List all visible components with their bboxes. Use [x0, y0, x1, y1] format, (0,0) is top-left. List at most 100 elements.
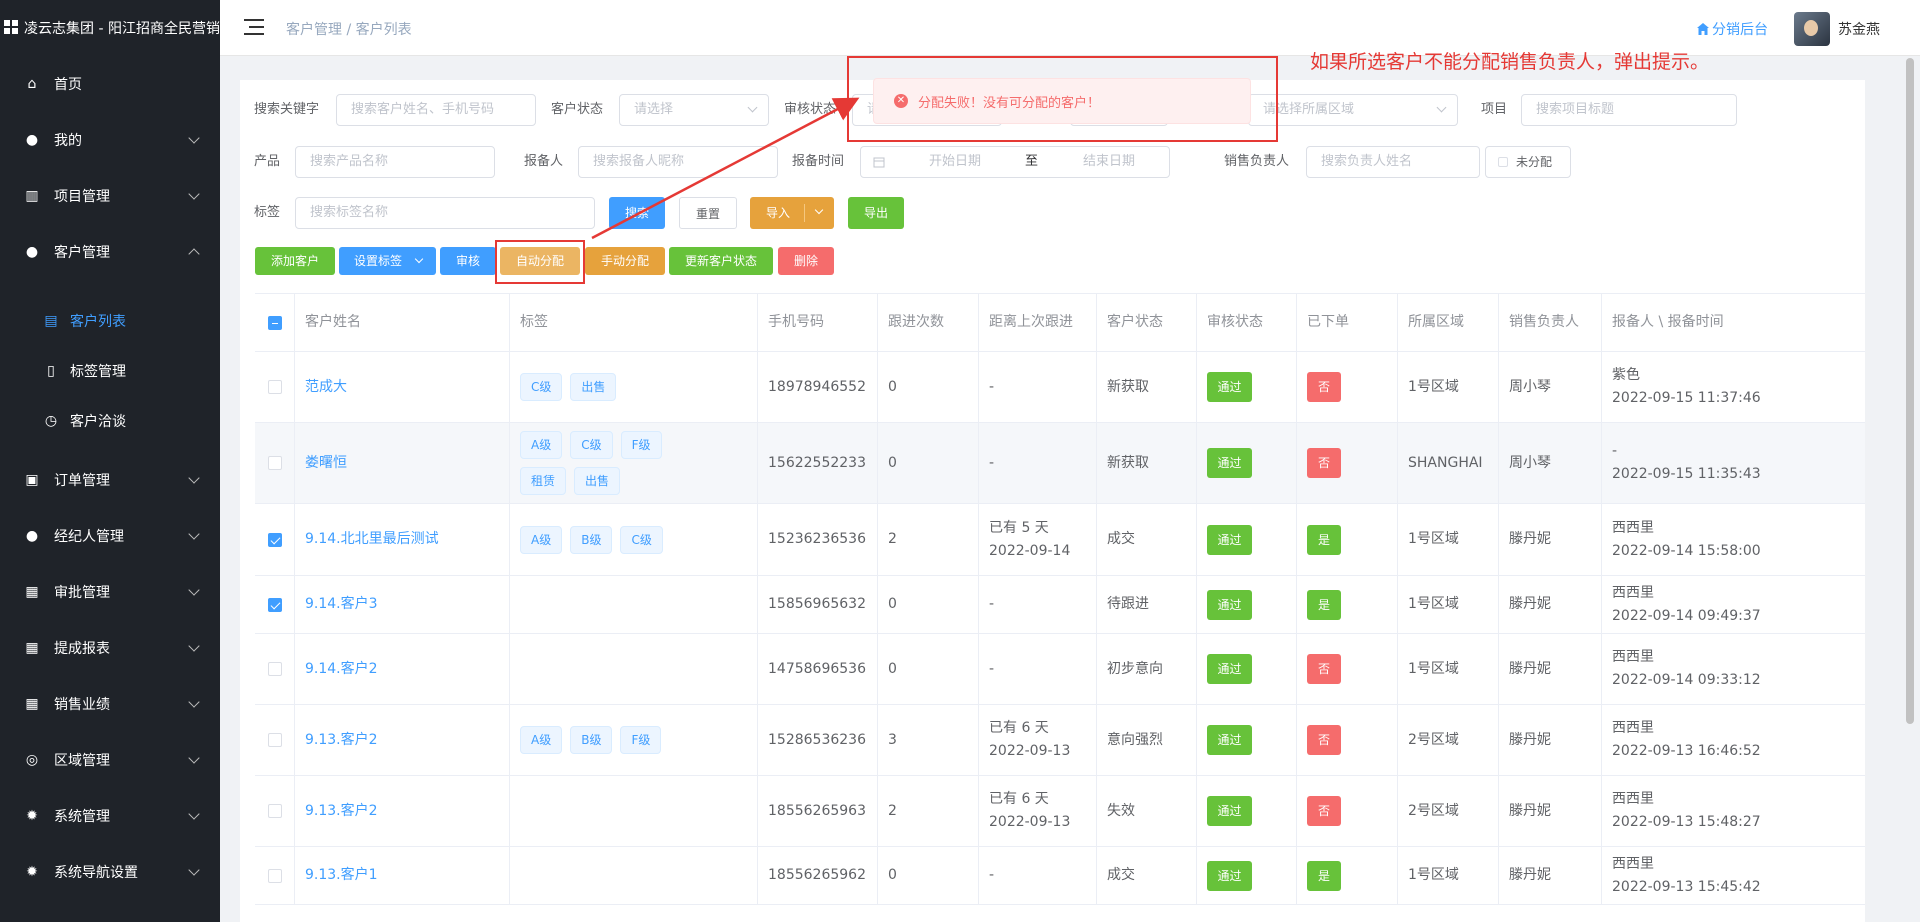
- ordered-badge[interactable]: 否: [1307, 448, 1341, 478]
- sidebar-item[interactable]: ▣ 订单管理: [0, 452, 220, 508]
- row-checkbox[interactable]: [267, 733, 282, 747]
- ordered-badge[interactable]: 否: [1307, 796, 1341, 826]
- audit-pass-badge[interactable]: 通过: [1207, 725, 1252, 755]
- sales-owner-input[interactable]: 搜索负责人姓名: [1306, 146, 1480, 178]
- column-header: 标签: [510, 294, 758, 351]
- customer-name-link[interactable]: 9.14.客户3: [305, 593, 509, 616]
- row-checkbox[interactable]: [267, 804, 282, 818]
- keyword-input[interactable]: 搜索客户姓名、手机号码: [336, 94, 536, 126]
- phone-cell: 18978946552: [758, 352, 878, 422]
- sidebar-item[interactable]: ✹ 系统导航设置: [0, 844, 220, 900]
- customer-status: 成交: [1107, 867, 1135, 883]
- sidebar-subitem[interactable]: ▯ 标签管理: [0, 346, 220, 396]
- import-button[interactable]: 导入: [750, 197, 834, 229]
- row-select-cell: [255, 504, 295, 575]
- customer-name-link[interactable]: 9.13.客户2: [305, 729, 509, 752]
- sidebar-subitem[interactable]: ▤ 客户列表: [0, 296, 220, 346]
- page-scrollbar[interactable]: [1906, 58, 1914, 724]
- row-checkbox[interactable]: [267, 380, 282, 394]
- update-status-button[interactable]: 更新客户状态: [669, 247, 773, 275]
- sidebar-item[interactable]: ◎ 区域管理: [0, 732, 220, 788]
- ordered-badge[interactable]: 否: [1307, 725, 1341, 755]
- audit-pass-badge[interactable]: 通过: [1207, 524, 1252, 555]
- delete-button[interactable]: 删除: [778, 247, 834, 275]
- ordered-badge[interactable]: 是: [1307, 524, 1341, 555]
- chevron-down-icon: [188, 808, 200, 820]
- sidebar-item-label: 销售业绩: [54, 697, 110, 713]
- unassigned-checkbox[interactable]: 未分配: [1485, 146, 1571, 178]
- sidebar-item[interactable]: ● 客户管理: [0, 224, 220, 280]
- sidebar-item[interactable]: ● 经纪人管理: [0, 508, 220, 564]
- customer-name-link[interactable]: 9.14.客户2: [305, 658, 509, 681]
- tags-cell: [510, 634, 758, 704]
- ordered-badge[interactable]: 否: [1307, 372, 1341, 402]
- keyword-label: 搜索关键字: [254, 102, 320, 117]
- audit-pass-badge[interactable]: 通过: [1207, 589, 1252, 620]
- sidebar-subitem[interactable]: ◷ 客户洽谈: [0, 396, 220, 446]
- username[interactable]: 苏金燕: [1838, 19, 1880, 39]
- ordered-badge[interactable]: 否: [1307, 654, 1341, 684]
- audit-pass-badge[interactable]: 通过: [1207, 654, 1252, 684]
- hamburger-icon[interactable]: [244, 19, 264, 35]
- audit-pass-badge[interactable]: 通过: [1207, 372, 1252, 402]
- follow-count: 0: [888, 454, 897, 471]
- audit-pass-badge[interactable]: 通过: [1207, 860, 1252, 891]
- select-all-cell[interactable]: [255, 294, 295, 351]
- audit-button[interactable]: 审核: [440, 247, 496, 275]
- set-tag-button[interactable]: 设置标签: [339, 247, 436, 275]
- reporter-name: -: [1612, 443, 1618, 459]
- customer-name-cell: 9.13.客户2: [295, 776, 510, 846]
- tag-input[interactable]: 搜索标签名称: [295, 197, 595, 229]
- sidebar-item[interactable]: ▦ 审批管理: [0, 564, 220, 620]
- breadcrumb: 客户管理 / 客户列表: [286, 19, 412, 39]
- row-checkbox[interactable]: [267, 868, 282, 883]
- reset-button[interactable]: 重置: [679, 197, 737, 229]
- manual-assign-button[interactable]: 手动分配: [585, 247, 665, 275]
- region-select[interactable]: 请选择所属区域: [1248, 94, 1458, 126]
- tag-badge: C级: [570, 431, 613, 459]
- row-checkbox[interactable]: [267, 662, 282, 676]
- sidebar-item[interactable]: ▦ 销售业绩: [0, 676, 220, 732]
- export-button[interactable]: 导出: [848, 197, 904, 229]
- status-select[interactable]: 请选择: [619, 94, 769, 126]
- product-input[interactable]: 搜索产品名称: [295, 146, 495, 178]
- chevron-down-icon[interactable]: [814, 205, 824, 215]
- sidebar-item[interactable]: ● 我的: [0, 112, 220, 168]
- phone-number: 15622552233: [768, 454, 866, 471]
- region-name: 2号区域: [1408, 802, 1459, 819]
- distribution-backend-link[interactable]: 分销后台: [1696, 19, 1768, 39]
- ordered-badge[interactable]: 是: [1307, 589, 1341, 620]
- column-header-label: 客户状态: [1107, 314, 1163, 330]
- follow-count: 0: [888, 596, 897, 612]
- project-input[interactable]: 搜索项目标题: [1521, 94, 1737, 126]
- audit-pass-badge[interactable]: 通过: [1207, 796, 1252, 826]
- column-header: 销售负责人: [1499, 294, 1602, 351]
- row-checkbox[interactable]: [267, 532, 282, 547]
- row-checkbox[interactable]: [267, 456, 282, 470]
- search-button[interactable]: 搜索: [609, 197, 665, 229]
- row-checkbox[interactable]: [267, 597, 282, 612]
- sidebar-item[interactable]: ▦ 提成报表: [0, 620, 220, 676]
- customer-name-link[interactable]: 9.13.客户1: [305, 864, 509, 887]
- phone-number: 14758696536: [768, 660, 866, 677]
- ordered-badge[interactable]: 是: [1307, 860, 1341, 891]
- select-all-checkbox[interactable]: [267, 315, 282, 330]
- customer-name-link[interactable]: 娄曙恒: [305, 452, 509, 475]
- column-header: 距离上次跟进: [979, 294, 1097, 351]
- customer-name-link[interactable]: 9.13.客户2: [305, 800, 509, 823]
- audit-pass-badge[interactable]: 通过: [1207, 448, 1252, 478]
- customer-name-link[interactable]: 范成大: [305, 376, 509, 399]
- avatar[interactable]: [1794, 12, 1830, 46]
- customer-name-link[interactable]: 9.14.北北里最后测试: [305, 528, 509, 551]
- sidebar-item[interactable]: ▥ 项目管理: [0, 168, 220, 224]
- breadcrumb-parent[interactable]: 客户管理: [286, 22, 342, 38]
- reporter-input[interactable]: 搜索报备人昵称: [578, 146, 778, 178]
- add-customer-button[interactable]: 添加客户: [255, 247, 335, 275]
- date-range-picker[interactable]: 开始日期 至 结束日期: [860, 146, 1170, 178]
- report-time: 2022-09-13 15:45:42: [1612, 878, 1761, 895]
- sidebar-item[interactable]: ⌂ 首页: [0, 56, 220, 112]
- last-follow-cell: -: [979, 423, 1097, 503]
- ordered-cell: 是: [1297, 504, 1398, 575]
- sidebar-item[interactable]: ✹ 系统管理: [0, 788, 220, 844]
- customer-name-cell: 9.14.客户2: [295, 634, 510, 704]
